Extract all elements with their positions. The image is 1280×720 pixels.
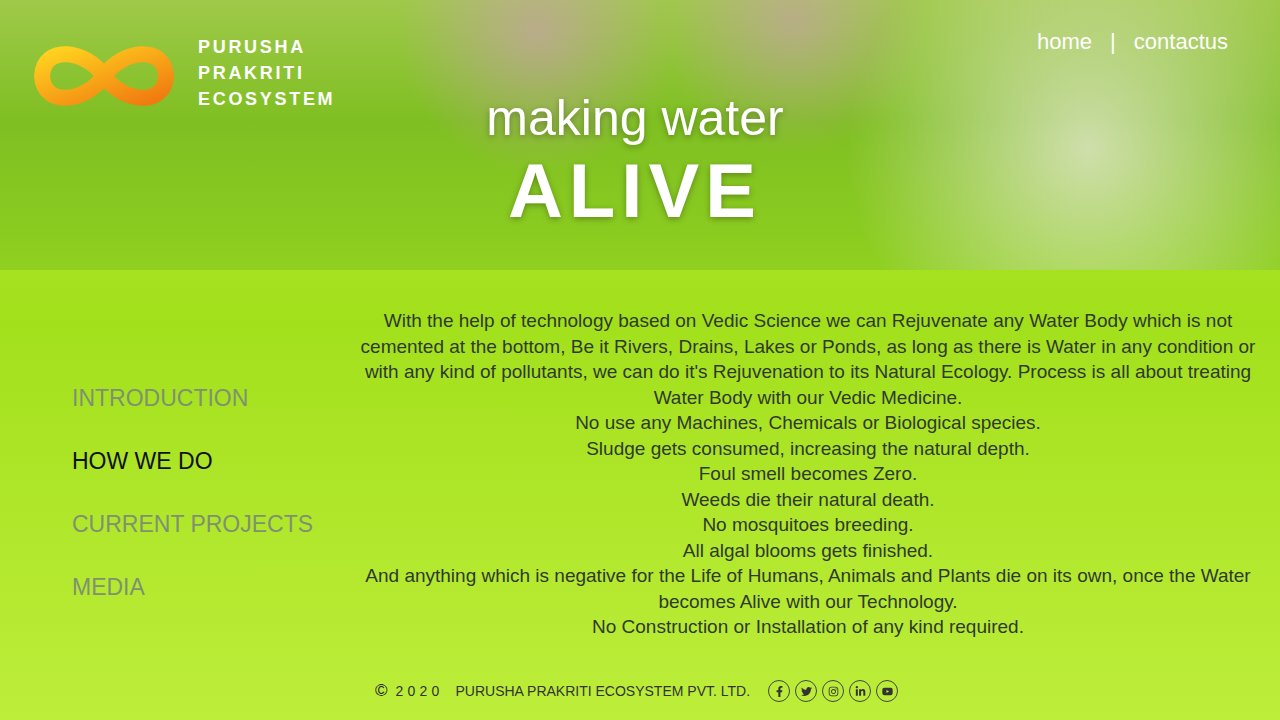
- social-link[interactable]: [876, 680, 898, 702]
- top-nav: home | contactus: [840, 0, 1280, 270]
- footer: © 2020 PURUSHA PRAKRITI ECOSYSTEM PVT. LTD…: [358, 680, 1258, 702]
- description-line: And anything which is negative for the L…: [358, 563, 1258, 614]
- hero-title: ALIVE: [508, 148, 762, 234]
- nav-link[interactable]: contactus: [1134, 28, 1228, 56]
- copyright-year: 2020: [396, 681, 444, 701]
- description-line: Foul smell becomes Zero.: [699, 461, 918, 487]
- nav-separator: |: [1110, 28, 1116, 56]
- description: With the help of technology based on Ved…: [358, 308, 1258, 640]
- social-link[interactable]: [822, 680, 844, 702]
- banner: PURUSHAPRAKRITIECOSYSTEMmaking waterALIV…: [0, 0, 1280, 270]
- twitter-icon: [801, 686, 812, 697]
- brand-line: PURUSHA: [198, 34, 335, 60]
- sidebar: INTRODUCTION HOW WE DO CURRENT PROJECTS MED…: [0, 270, 358, 720]
- hero: making waterALIVE: [430, 0, 840, 270]
- social-links: [768, 680, 898, 702]
- sidebar-item[interactable]: MEDIA: [72, 572, 358, 602]
- sidebar-item[interactable]: HOW WE DO: [72, 446, 358, 476]
- infinity-logo-icon: [22, 30, 186, 122]
- brand-line: ECOSYSTEM: [198, 86, 335, 112]
- description-line: All algal blooms gets finished.: [683, 538, 933, 564]
- nav-link[interactable]: home: [1037, 28, 1092, 56]
- company-name: PURUSHA PRAKRITI ECOSYSTEM PVT. LTD.: [455, 681, 750, 701]
- description-line: Sludge gets consumed, increasing the nat…: [586, 436, 1030, 462]
- main: INTRODUCTION HOW WE DO CURRENT PROJECTS MED…: [0, 270, 1280, 720]
- social-link[interactable]: [849, 680, 871, 702]
- page: PURUSHAPRAKRITIECOSYSTEMmaking waterALIV…: [0, 0, 1280, 720]
- description-line: With the help of technology based on Ved…: [358, 308, 1258, 410]
- brand-line: PRAKRITI: [198, 60, 335, 86]
- description-line: No Construction or Installation of any k…: [592, 614, 1024, 640]
- copyright-symbol: ©: [375, 681, 388, 701]
- youtube-icon: [882, 686, 893, 697]
- content: With the help of technology based on Ved…: [358, 270, 1258, 720]
- description-line: No use any Machines, Chemicals or Biolog…: [575, 410, 1041, 436]
- instagram-icon: [828, 686, 839, 697]
- hero-subtitle: making water: [486, 88, 783, 148]
- description-line: No mosquitoes breeding.: [702, 512, 913, 538]
- linkedin-icon: [855, 686, 866, 697]
- social-link[interactable]: [768, 680, 790, 702]
- social-link[interactable]: [795, 680, 817, 702]
- sidebar-item[interactable]: INTRODUCTION: [72, 383, 358, 413]
- brand[interactable]: PURUSHAPRAKRITIECOSYSTEM: [0, 0, 430, 270]
- description-line: Weeds die their natural death.: [681, 487, 934, 513]
- facebook-icon: [774, 686, 785, 697]
- sidebar-item[interactable]: CURRENT PROJECTS: [72, 509, 358, 539]
